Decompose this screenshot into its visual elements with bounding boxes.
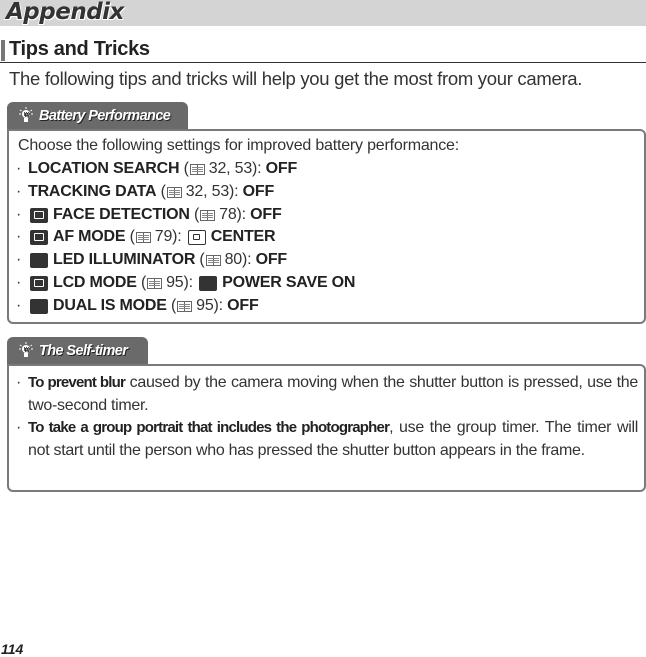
page-ref: 95 (196, 297, 214, 314)
self-timer-tab: W The Self-timer (7, 337, 148, 365)
section-marker (1, 40, 5, 61)
list-item: · TRACKING DATA (32, 53): OFF (16, 183, 275, 200)
dual-is-mode-icon (30, 298, 48, 314)
battery-performance-tab: W Battery Performance (7, 102, 188, 130)
setting-value: CENTER (210, 228, 276, 245)
page-ref: 78 (219, 206, 237, 223)
battery-performance-label: Battery Performance (39, 108, 171, 124)
setting-name: LOCATION SEARCH (28, 160, 180, 177)
lightbulb-icon: W (19, 107, 33, 122)
setting-value: OFF (242, 183, 275, 200)
self-timer-label: The Self-timer (39, 343, 128, 359)
battery-lead: Choose the following settings for improv… (18, 137, 459, 154)
book-icon (147, 277, 163, 289)
setting-value: OFF (227, 297, 259, 314)
book-icon (135, 231, 151, 243)
lcd-mode-icon (30, 275, 48, 291)
book-icon (166, 186, 182, 198)
setting-name: TRACKING DATA (28, 183, 157, 200)
appendix-header-bar: Appendix (0, 0, 646, 26)
book-icon (189, 163, 205, 175)
setting-value: OFF (265, 160, 298, 177)
lightbulb-icon: W (19, 342, 33, 357)
list-item: · To prevent blur caused by the camera m… (16, 374, 638, 414)
led-illuminator-icon (30, 252, 48, 268)
setting-name: DUAL IS MODE (53, 297, 167, 314)
setting-value: OFF (250, 206, 282, 223)
setting-name: LCD MODE (53, 274, 137, 291)
battery-performance-box: Choose the following settings for improv… (7, 129, 646, 324)
list-item: · DUAL IS MODE (95): OFF (16, 297, 259, 314)
list-item: · LED ILLUMINATOR (80): OFF (16, 251, 288, 268)
setting-name: FACE DETECTION (53, 206, 190, 223)
book-icon (200, 209, 216, 221)
page-ref: 32, 53 (185, 183, 230, 200)
section-heading: Tips and Tricks (0, 38, 646, 63)
page-ref: 80 (224, 251, 243, 268)
list-item: · FACE DETECTION (78): OFF (16, 206, 282, 223)
chapter-title: Appendix (6, 0, 124, 25)
list-item: · To take a group portrait that includes… (16, 419, 638, 459)
section-title: Tips and Tricks (9, 38, 150, 60)
face-detection-icon (30, 207, 48, 223)
section-intro: The following tips and tricks will help … (9, 68, 583, 89)
tip-heading: To take a group portrait that includes t… (28, 419, 390, 436)
book-icon (205, 254, 221, 266)
self-timer-box: · To prevent blur caused by the camera m… (7, 364, 646, 492)
book-icon (177, 300, 193, 312)
page-number: 114 (1, 641, 24, 657)
list-item: · AF MODE (79): CENTER (16, 228, 276, 245)
power-save-icon (199, 275, 218, 291)
page-ref: 32, 53 (208, 160, 253, 177)
tip-heading: To prevent blur (28, 374, 126, 391)
af-center-icon (187, 229, 206, 245)
setting-value: OFF (255, 251, 288, 268)
setting-value: POWER SAVE ON (222, 274, 356, 291)
af-mode-icon (30, 229, 48, 245)
setting-name: AF MODE (53, 228, 126, 245)
page-ref: 79 (154, 228, 173, 245)
list-item: · LOCATION SEARCH (32, 53): OFF (16, 160, 298, 177)
page-ref: 95 (166, 274, 184, 291)
list-item: · LCD MODE (95): POWER SAVE ON (16, 274, 356, 291)
setting-name: LED ILLUMINATOR (53, 251, 196, 268)
